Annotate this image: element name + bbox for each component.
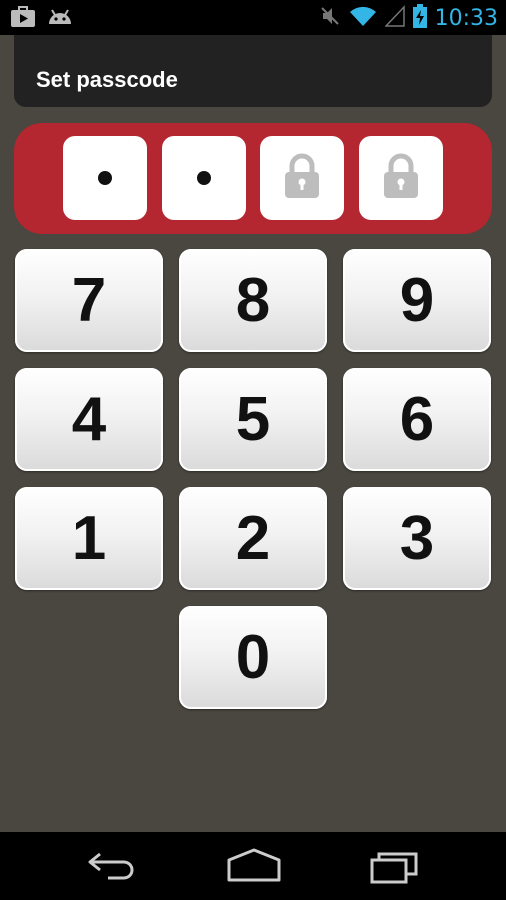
- home-icon[interactable]: [226, 848, 282, 888]
- action-bar: Set passcode: [14, 35, 492, 107]
- lock-icon: [383, 153, 419, 203]
- key-7[interactable]: 7: [15, 249, 163, 352]
- filled-dot-icon: [98, 171, 112, 185]
- key-0[interactable]: 0: [179, 606, 327, 709]
- passcode-slot-4: [359, 136, 443, 220]
- passcode-display: [14, 123, 492, 234]
- key-4[interactable]: 4: [15, 368, 163, 471]
- key-8[interactable]: 8: [179, 249, 327, 352]
- navigation-bar: [0, 832, 506, 900]
- key-2[interactable]: 2: [179, 487, 327, 590]
- signal-icon: [383, 5, 405, 31]
- wifi-icon: [349, 5, 377, 31]
- passcode-slot-2: [162, 136, 246, 220]
- status-time: 10:33: [434, 5, 498, 31]
- battery-charging-icon: [412, 4, 427, 32]
- key-5[interactable]: 5: [179, 368, 327, 471]
- play-store-icon: [10, 6, 36, 32]
- key-1[interactable]: 1: [15, 487, 163, 590]
- android-icon: [46, 6, 74, 32]
- filled-dot-icon: [197, 171, 211, 185]
- mute-icon: [319, 5, 341, 31]
- key-3[interactable]: 3: [343, 487, 491, 590]
- back-icon[interactable]: [86, 848, 138, 888]
- page-title: Set passcode: [36, 67, 178, 92]
- status-bar: 10:33: [0, 0, 506, 35]
- key-9[interactable]: 9: [343, 249, 491, 352]
- key-6[interactable]: 6: [343, 368, 491, 471]
- lock-icon: [284, 153, 320, 203]
- recent-apps-icon[interactable]: [369, 848, 421, 888]
- passcode-slot-1: [63, 136, 147, 220]
- passcode-slot-3: [260, 136, 344, 220]
